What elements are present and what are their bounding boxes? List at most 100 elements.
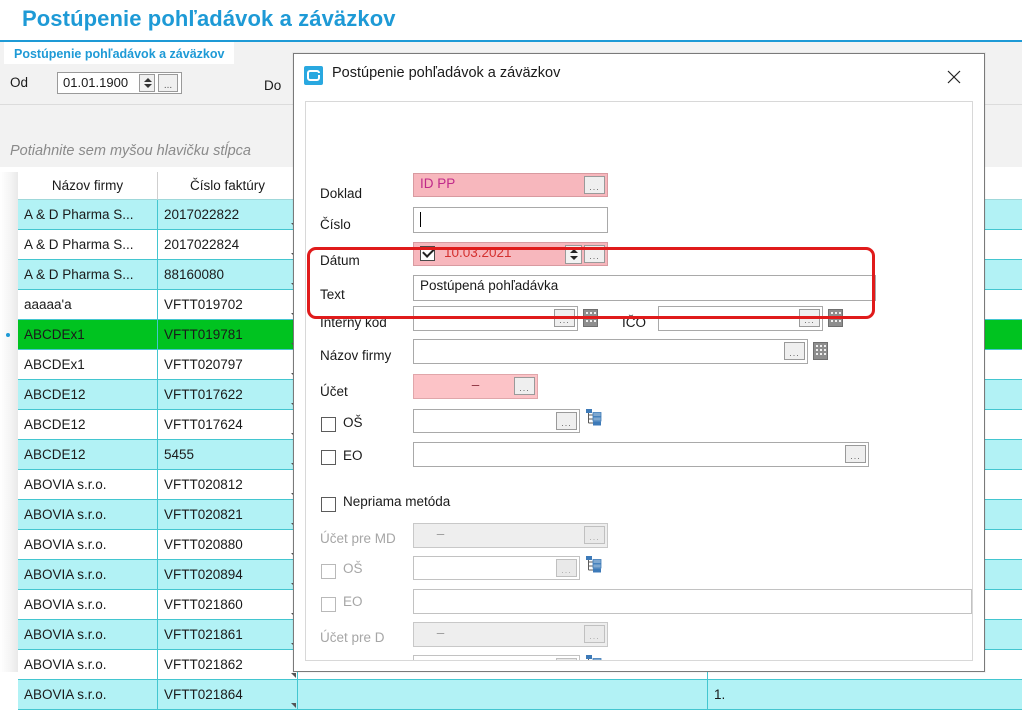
cell-nazov-firmy[interactable]: ABOVIA s.r.o.: [18, 470, 158, 500]
doklad-ellipsis-button[interactable]: ...: [584, 176, 605, 194]
cell-nazov-firmy[interactable]: ABOVIA s.r.o.: [18, 590, 158, 620]
dialog-title: Postúpenie pohľadávok a záväzkov: [332, 65, 561, 81]
cell-cislo-faktury[interactable]: VFTT020880: [158, 530, 298, 560]
cislo-input[interactable]: [413, 207, 608, 233]
cell-cislo-faktury[interactable]: VFTT021864: [158, 680, 298, 710]
label-datum: Dátum: [320, 253, 360, 268]
date-from-ellipsis-button[interactable]: ...: [158, 74, 178, 92]
doklad-input[interactable]: ID PP ...: [413, 173, 608, 197]
cell-nazov-firmy[interactable]: ABOVIA s.r.o.: [18, 650, 158, 680]
label-eo-md: EO: [343, 594, 363, 609]
datum-input[interactable]: 10.03.2021 ...: [413, 242, 608, 266]
modal-dialog-postupenie[interactable]: Postúpenie pohľadávok a záväzkov Doklad …: [293, 53, 985, 672]
cell-nazov-firmy[interactable]: ABOVIA s.r.o.: [18, 530, 158, 560]
ico-input[interactable]: ...: [658, 306, 823, 331]
label-doklad: Doklad: [320, 186, 363, 201]
tree-icon[interactable]: [586, 409, 603, 426]
grid-row-indicator-column: [0, 172, 18, 672]
label-interny-kod: Interný kód: [320, 315, 387, 330]
cell-nazov-firmy[interactable]: aaaaa'a: [18, 290, 158, 320]
ucet-ellipsis-button[interactable]: ...: [514, 377, 535, 395]
dialog-titlebar[interactable]: Postúpenie pohľadávok a záväzkov: [294, 54, 984, 97]
cell-cislo-faktury[interactable]: VFTT020821: [158, 500, 298, 530]
label-ucet: Účet: [320, 384, 348, 399]
close-icon[interactable]: [932, 62, 976, 90]
eo-md-input: [413, 589, 972, 614]
cell-nazov-firmy[interactable]: A & D Pharma S...: [18, 230, 158, 260]
cell-nazov-firmy[interactable]: ABCDE12: [18, 440, 158, 470]
datum-ellipsis-button[interactable]: ...: [584, 245, 605, 263]
cell-cislo-faktury[interactable]: 88160080: [158, 260, 298, 290]
eo-checkbox[interactable]: [321, 450, 336, 465]
table-row[interactable]: ABOVIA s.r.o. VFTT021864 1.: [18, 680, 1022, 710]
group-panel-hint: Potiahnite sem myšou hlavičku stĺpca: [10, 143, 251, 159]
os-ellipsis-button[interactable]: ...: [556, 412, 577, 430]
ucet-md-input: – ...: [413, 523, 608, 548]
cell-nazov-firmy[interactable]: ABOVIA s.r.o.: [18, 560, 158, 590]
doklad-value: ID PP: [420, 176, 456, 191]
cell-cislo-faktury[interactable]: VFTT017624: [158, 410, 298, 440]
label-ico: IČO: [622, 315, 647, 330]
label-os-md: OŠ: [343, 561, 363, 576]
cell-nazov-firmy[interactable]: A & D Pharma S...: [18, 200, 158, 230]
cell-cislo-faktury[interactable]: VFTT019702: [158, 290, 298, 320]
text-input[interactable]: Postúpená pohľadávka: [413, 275, 876, 301]
cell-nazov-firmy[interactable]: ABOVIA s.r.o.: [18, 500, 158, 530]
cell-nazov-firmy[interactable]: ABOVIA s.r.o.: [18, 620, 158, 650]
ucet-input[interactable]: – ...: [413, 374, 538, 399]
dialog-body: Doklad ID PP ... Číslo Dátum 10.03.2021 …: [305, 101, 973, 661]
cell-cislo-faktury[interactable]: 2017022824: [158, 230, 298, 260]
cell-cislo-faktury[interactable]: VFTT021860: [158, 590, 298, 620]
cell-cislo-faktury[interactable]: VFTT020812: [158, 470, 298, 500]
nepriama-metoda-checkbox[interactable]: [321, 497, 336, 512]
cell-cislo-faktury[interactable]: VFTT021862: [158, 650, 298, 680]
cell-cislo-faktury[interactable]: 5455: [158, 440, 298, 470]
nazov-firmy-ellipsis-button[interactable]: ...: [784, 342, 805, 360]
grid-header-cislo-faktury[interactable]: Číslo faktúry: [158, 172, 298, 200]
cell-nazov-firmy[interactable]: ABCDE12: [18, 410, 158, 440]
cell-nazov-firmy[interactable]: ABCDEx1: [18, 350, 158, 380]
os-input[interactable]: ...: [413, 409, 580, 433]
cell-nazov-firmy[interactable]: ABOVIA s.r.o.: [18, 680, 158, 710]
cell-cislo-faktury[interactable]: VFTT019781: [158, 320, 298, 350]
datum-value: 10.03.2021: [444, 245, 512, 260]
os-md-input: ...: [413, 556, 580, 580]
label-nazov-firmy: Názov firmy: [320, 348, 392, 363]
label-od: Od: [10, 75, 29, 90]
cell-nazov-firmy[interactable]: ABCDEx1: [18, 320, 158, 350]
cell-cislo-faktury[interactable]: VFTT017622: [158, 380, 298, 410]
cell-cislo-faktury[interactable]: VFTT020797: [158, 350, 298, 380]
eo-ellipsis-button[interactable]: ...: [845, 445, 866, 463]
cell-nazov-firmy[interactable]: ABCDE12: [18, 380, 158, 410]
page-title: Postúpenie pohľadávok a záväzkov: [22, 6, 396, 31]
building-icon[interactable]: [583, 309, 598, 327]
label-os: OŠ: [343, 415, 363, 430]
datum-spinner[interactable]: [565, 245, 582, 264]
ucet-md-ellipsis-button: ...: [584, 526, 605, 544]
eo-input[interactable]: ...: [413, 442, 869, 467]
nazov-firmy-input[interactable]: ...: [413, 339, 808, 364]
label-do: Do: [264, 78, 282, 93]
date-from-spinner[interactable]: [139, 74, 155, 92]
os-d-ellipsis-button: ...: [556, 658, 577, 660]
text-caret: [420, 212, 421, 227]
cell-resize-nib: [291, 703, 296, 708]
label-os-d: OŠ: [343, 660, 363, 661]
interny-kod-input[interactable]: ...: [413, 306, 578, 331]
interny-kod-ellipsis-button[interactable]: ...: [554, 309, 575, 327]
label-cislo: Číslo: [320, 217, 351, 232]
date-from-input[interactable]: 01.01.1900 ...: [57, 72, 182, 94]
datum-checkbox[interactable]: [420, 245, 435, 261]
grid-header-nazov-firmy[interactable]: Názov firmy: [18, 172, 158, 200]
cell-amount[interactable]: 1.: [707, 680, 1022, 710]
tab-postupenie[interactable]: Postúpenie pohľadávok a záväzkov: [4, 42, 235, 64]
building-icon[interactable]: [813, 342, 828, 360]
os-checkbox[interactable]: [321, 417, 336, 432]
cell-nazov-firmy[interactable]: A & D Pharma S...: [18, 260, 158, 290]
cell-cislo-faktury[interactable]: 2017022822: [158, 200, 298, 230]
cell-cislo-faktury[interactable]: VFTT020894: [158, 560, 298, 590]
building-icon[interactable]: [828, 309, 843, 327]
ico-ellipsis-button[interactable]: ...: [799, 309, 820, 327]
cell-resize-nib: [291, 673, 296, 678]
cell-cislo-faktury[interactable]: VFTT021861: [158, 620, 298, 650]
